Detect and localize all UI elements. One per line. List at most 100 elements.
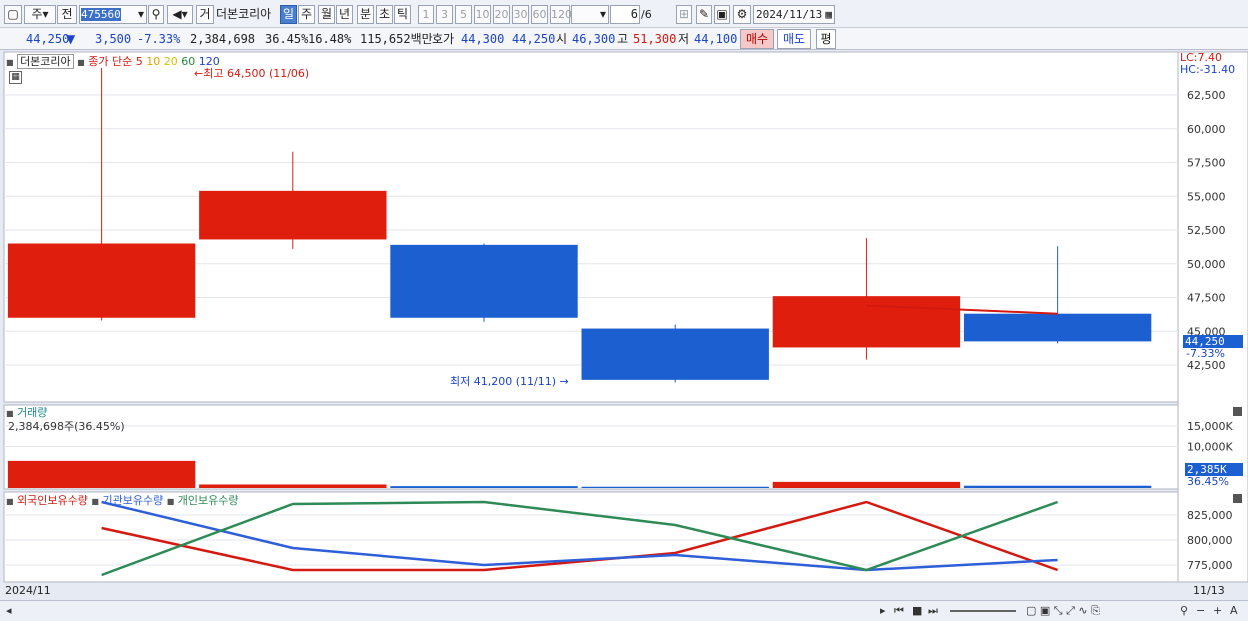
zoom-in-icon[interactable]: + [1213,604,1222,618]
period-tab-6[interactable]: 틱 [394,5,411,24]
stock-legend-name[interactable]: 더본코리아 [17,54,74,69]
volume-bar [7,460,196,488]
date-value: 2024/11/13 [756,8,823,21]
interval-button-6[interactable]: 60 [531,5,548,24]
price-tick-label: 42,500 [1187,359,1226,372]
current-price: 44,250 [26,32,70,46]
holding-legend: ■ 외국인보유수량 ■ 기관보유수량 ■ 개인보유수량 [6,492,239,508]
rewind-icon[interactable]: ⏮ [894,604,904,618]
volume-bar [199,484,387,488]
volume-tick-label: 10,000K [1187,441,1233,454]
trade-button[interactable]: 거 [196,5,214,24]
turnover-rate: 16.48% [308,32,352,46]
prev-button[interactable]: 전 [57,5,77,24]
price-tick-label: 57,500 [1187,157,1226,170]
bid-price: 44,250 [512,32,556,46]
price-tick-label: 55,000 [1187,190,1226,203]
volume-ratio: 36.45% [265,32,309,46]
open-label: 시 [556,32,568,46]
market-label: 주 [31,7,43,21]
scroll-left-icon[interactable]: ◂ [6,604,12,618]
trade-amount: 115,652백만 [360,32,433,46]
chart-svg[interactable]: 62,500 60,000 57,500 55,000 52,500 50,000 47,5… [0,50,1248,600]
candle-body [963,313,1152,342]
period-tab-2[interactable]: 월 [318,5,335,24]
open-price: 46,300 [572,32,616,46]
max-price-text: 최고 64,500 (11/06) [203,67,310,80]
candle-body [581,328,769,380]
draw-icon[interactable]: ✎ [696,5,712,24]
change-percent: -7.33% [137,32,181,46]
interval-button-4[interactable]: 20 [493,5,510,24]
low-price: 44,100 [694,32,738,46]
zoom-icon[interactable]: ⊞ [676,5,692,24]
last-pct-label: -7.33% [1186,347,1225,360]
code-input[interactable]: 475560 ▾ [79,5,147,24]
interval-button-5[interactable]: 30 [512,5,529,24]
buy-button[interactable]: 매수 [740,29,774,49]
last-volume-pct: 36.45% [1187,475,1229,488]
gear-icon[interactable]: ⚙ [733,5,751,24]
date-input[interactable]: 2024/11/13 ▦ [753,5,835,24]
axis-start-date: 2024/11 [5,584,51,597]
sound-icon[interactable]: ◀▾ [167,5,193,24]
avg-button[interactable]: 평 [816,29,836,49]
period-tab-5[interactable]: 초 [376,5,393,24]
sell-button[interactable]: 매도 [777,29,811,49]
max-price-label: ←최고 64,500 (11/06) [194,67,310,80]
quote-bar: 44,250 ▼ 3,500 -7.33% 2,384,698 36.45% 1… [0,28,1248,50]
save-icon[interactable]: ▣ [714,5,730,24]
panel-close-icon[interactable] [1233,407,1242,416]
period-tab-3[interactable]: 년 [336,5,353,24]
chart-scrollbar[interactable]: ◂ ▸ ⏮ ■ ⏭ ▢ ▣ ⤡ ⤢ ∿ ⎘ ⚲ − + A [0,600,1248,621]
min-price-label: 최저 41,200 (11/11) → [450,375,569,388]
calendar-icon[interactable]: ▦ [825,6,832,23]
panel-close-icon[interactable] [1233,494,1242,503]
zoom-out-icon[interactable]: − [1196,604,1205,618]
ma-10-label: 10 [146,55,161,68]
price-tick-label: 62,500 [1187,89,1226,102]
legend-individual: 개인보유수량 [177,494,239,507]
period-tab-1[interactable]: 주 [298,5,315,24]
bullet-icon: ■ [166,497,175,506]
interval-button-1[interactable]: 3 [436,5,453,24]
search-icon[interactable]: ⚲ [148,5,164,24]
count-total: /6 [641,8,652,21]
hc-label: HC:-31.40 [1180,63,1236,76]
candle-body [390,244,578,318]
interval-button-7[interactable]: 120 [550,5,572,24]
code-dropdown-icon[interactable]: ▾ [138,6,144,23]
price-tick-label: 47,500 [1187,292,1226,305]
chart-toolbar: ▢ 주▾ 전 475560 ▾ ⚲ ◀▾ 거 더본코리아 ▾ 6 /6 ⊞ ✎ ▣… [0,0,1248,28]
layout-icon[interactable]: ▢ [4,5,22,24]
price-tick-label: 60,000 [1187,123,1226,136]
scroll-right-icon[interactable]: ▸ [880,604,886,618]
interval-button-0[interactable]: 1 [418,5,434,24]
period-tab-0[interactable]: 일 [280,5,297,24]
candle-body [199,190,387,240]
price-tick-label: 52,500 [1187,224,1226,237]
market-select[interactable]: 주▾ [24,5,56,24]
period-tab-4[interactable]: 분 [357,5,374,24]
volume-value: 2,384,698 [190,32,256,46]
interval-button-3[interactable]: 10 [474,5,491,24]
search-icon[interactable]: ⚲ [1180,604,1188,618]
volume-bar [581,486,769,488]
volume-bar [963,485,1152,488]
count-input[interactable]: 6 [610,5,640,24]
price-legend: ■ 더본코리아 ■ 종가 단순 5 10 20 60 120 [6,53,220,69]
price-change: 3,500 [95,32,132,46]
stop-icon[interactable]: ■ [912,604,922,618]
legend-foreign: 외국인보유수량 [17,494,88,507]
bullet-icon: ■ [6,497,14,506]
zoom-slider[interactable] [950,610,1016,612]
interval-button-2[interactable]: 5 [455,5,472,24]
tool-icons[interactable]: ▢ ▣ ⤡ ⤢ ∿ ⎘ [1026,604,1100,618]
interval-dropdown[interactable]: ▾ [571,5,609,24]
forward-icon[interactable]: ⏭ [928,604,938,618]
holding-tick-label: 825,000 [1187,509,1233,522]
volume-bar [390,486,578,488]
auto-scale-icon[interactable]: A [1230,604,1238,618]
chart-area[interactable]: 62,500 60,000 57,500 55,000 52,500 50,000 47,5… [0,50,1248,600]
table-icon[interactable]: ▦ [9,71,22,84]
